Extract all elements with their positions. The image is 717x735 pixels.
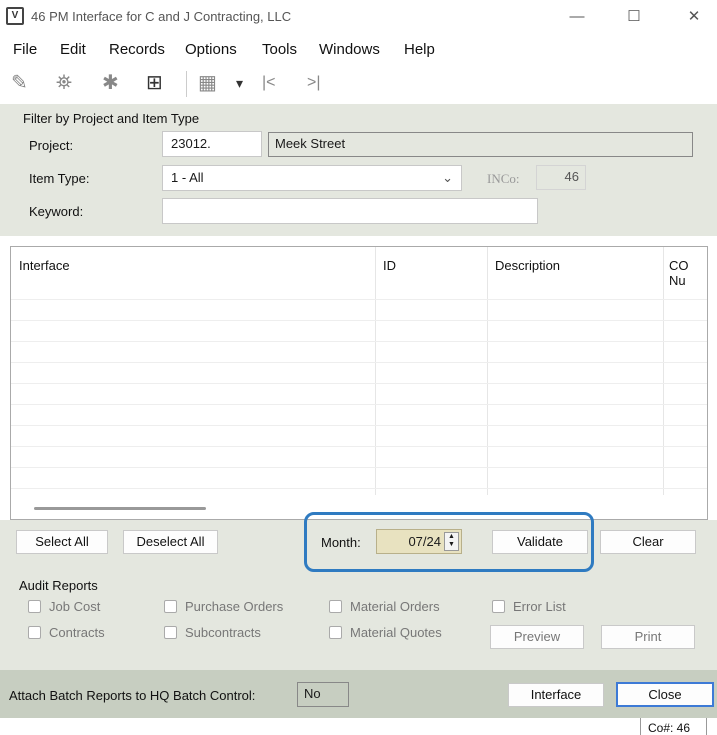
horizontal-scrollbar[interactable] bbox=[34, 507, 206, 510]
menu-windows[interactable]: Windows bbox=[319, 41, 380, 58]
interface-grid[interactable]: Interface ID Description CO Nu bbox=[10, 246, 708, 520]
first-record-icon[interactable]: |< bbox=[262, 72, 276, 94]
grid-settings-icon[interactable]: ▦ bbox=[198, 72, 217, 94]
calculator-icon[interactable]: ⊞ bbox=[146, 72, 163, 94]
column-header-co-number[interactable]: CO Nu bbox=[669, 258, 707, 288]
menu-tools[interactable]: Tools bbox=[262, 41, 297, 58]
clear-button[interactable]: Clear bbox=[600, 530, 696, 554]
app-icon: V bbox=[6, 7, 24, 25]
settings-icon[interactable]: ✱ bbox=[102, 72, 119, 94]
purchase-orders-checkbox[interactable] bbox=[164, 600, 177, 613]
grid-header: Interface ID Description CO Nu bbox=[11, 247, 707, 297]
grid-row bbox=[11, 488, 707, 489]
project-label: Project: bbox=[29, 138, 74, 153]
highlight-callout bbox=[304, 512, 594, 572]
column-divider bbox=[663, 247, 664, 495]
column-divider bbox=[487, 247, 488, 495]
menu-records[interactable]: Records bbox=[109, 41, 165, 58]
project-name-field: Meek Street bbox=[268, 132, 693, 157]
grid-row bbox=[11, 446, 707, 447]
status-bar bbox=[0, 718, 717, 735]
grid-row bbox=[11, 299, 707, 300]
column-header-id[interactable]: ID bbox=[383, 258, 396, 273]
audit-reports-title: Audit Reports bbox=[19, 578, 98, 593]
grid-row bbox=[11, 467, 707, 468]
edit-icon[interactable]: ✎ bbox=[11, 72, 28, 94]
attach-batch-label: Attach Batch Reports to HQ Batch Control… bbox=[9, 688, 256, 703]
keyword-input[interactable] bbox=[162, 198, 538, 224]
select-all-button[interactable]: Select All bbox=[16, 530, 108, 554]
menu-edit[interactable]: Edit bbox=[60, 41, 86, 58]
window-title: 46 PM Interface for C and J Contracting,… bbox=[31, 9, 292, 24]
menu-options[interactable]: Options bbox=[185, 41, 237, 58]
interface-button[interactable]: Interface bbox=[508, 683, 604, 707]
subcontracts-label: Subcontracts bbox=[185, 625, 261, 640]
column-header-interface[interactable]: Interface bbox=[19, 258, 70, 273]
grid-row bbox=[11, 341, 707, 342]
binoculars-icon[interactable]: ⛯ bbox=[56, 72, 72, 94]
job-cost-label: Job Cost bbox=[49, 599, 101, 614]
deselect-all-button[interactable]: Deselect All bbox=[123, 530, 218, 554]
contracts-label: Contracts bbox=[49, 625, 105, 640]
grid-row bbox=[11, 404, 707, 405]
column-divider bbox=[375, 247, 376, 495]
purchase-orders-label: Purchase Orders bbox=[185, 599, 284, 614]
minimize-button[interactable]: — bbox=[562, 6, 592, 28]
contracts-checkbox[interactable] bbox=[28, 626, 41, 639]
item-type-select[interactable]: 1 - All ⌄ bbox=[162, 165, 462, 191]
menu-help[interactable]: Help bbox=[404, 41, 435, 58]
preview-button[interactable]: Preview bbox=[490, 625, 584, 649]
chevron-down-icon: ⌄ bbox=[442, 170, 453, 185]
grid-row bbox=[11, 425, 707, 426]
material-quotes-label: Material Quotes bbox=[350, 625, 442, 640]
error-list-label: Error List bbox=[513, 599, 566, 614]
keyword-label: Keyword: bbox=[29, 204, 84, 219]
status-divider bbox=[640, 718, 641, 735]
project-input[interactable]: 23012. bbox=[162, 131, 262, 157]
material-quotes-checkbox[interactable] bbox=[329, 626, 342, 639]
toolbar-divider bbox=[186, 71, 187, 97]
print-button[interactable]: Print bbox=[601, 625, 695, 649]
job-cost-checkbox[interactable] bbox=[28, 600, 41, 613]
company-number: Co#: 46 bbox=[648, 721, 691, 735]
maximize-button[interactable]: ☐ bbox=[619, 6, 649, 28]
material-orders-checkbox[interactable] bbox=[329, 600, 342, 613]
inco-label: INCo: bbox=[487, 171, 520, 186]
column-header-description[interactable]: Description bbox=[495, 258, 560, 273]
grid-row bbox=[11, 383, 707, 384]
close-button[interactable]: Close bbox=[616, 682, 714, 707]
grid-row bbox=[11, 362, 707, 363]
menu-file[interactable]: File bbox=[13, 41, 37, 58]
item-type-label: Item Type: bbox=[29, 171, 90, 186]
status-divider bbox=[706, 718, 707, 735]
inco-field: 46 bbox=[536, 165, 586, 190]
grid-row bbox=[11, 320, 707, 321]
close-window-button[interactable]: ✕ bbox=[679, 6, 709, 28]
attach-batch-field[interactable]: No bbox=[297, 682, 349, 707]
last-record-icon[interactable]: >| bbox=[307, 72, 321, 94]
item-type-value: 1 - All bbox=[171, 170, 204, 185]
error-list-checkbox[interactable] bbox=[492, 600, 505, 613]
material-orders-label: Material Orders bbox=[350, 599, 440, 614]
subcontracts-checkbox[interactable] bbox=[164, 626, 177, 639]
filter-group-title: Filter by Project and Item Type bbox=[23, 111, 200, 126]
dropdown-arrow-icon[interactable]: ▾ bbox=[236, 72, 243, 94]
